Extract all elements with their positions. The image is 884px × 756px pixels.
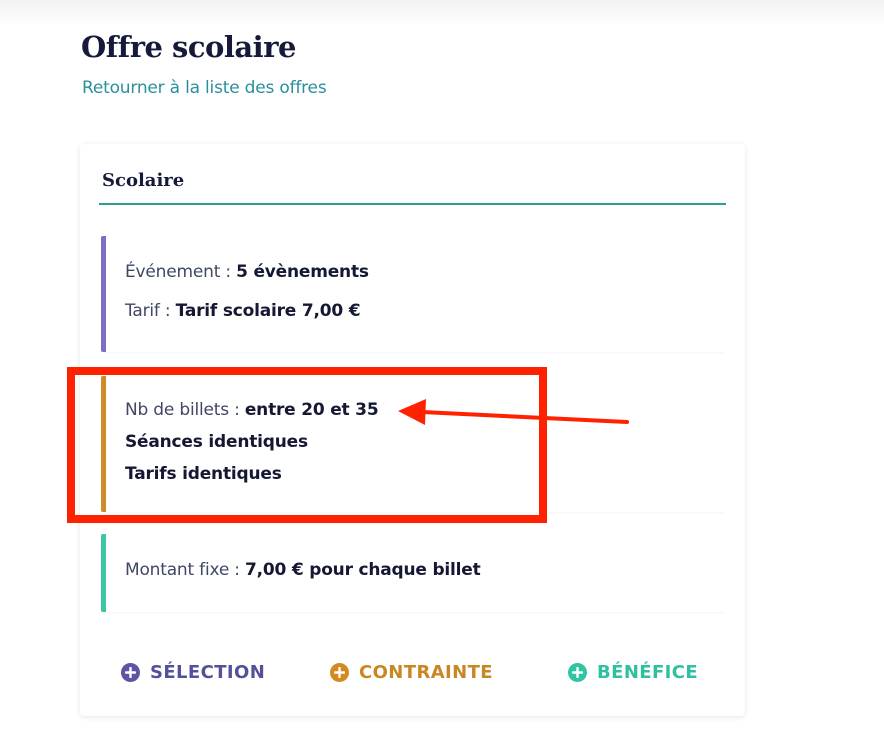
plus-circle-icon bbox=[568, 663, 587, 682]
add-benefit-button[interactable]: BÉNÉFICE bbox=[568, 662, 698, 683]
amount-label: Montant fixe : bbox=[125, 560, 246, 580]
event-value: 5 évènements bbox=[236, 262, 369, 282]
plus-circle-icon bbox=[121, 663, 140, 682]
add-benefit-label: BÉNÉFICE bbox=[597, 662, 699, 683]
add-constraint-button[interactable]: CONTRAINTE bbox=[330, 662, 493, 683]
annotation-highlight-box bbox=[67, 367, 547, 523]
benefit-block[interactable]: Montant fixe : 7,00 € pour chaque billet bbox=[101, 534, 726, 612]
tarif-label: Tarif : bbox=[125, 301, 176, 321]
back-to-offers-link[interactable]: Retourner à la liste des offres bbox=[82, 78, 327, 98]
tarif-value: Tarif scolaire 7,00 € bbox=[175, 301, 361, 321]
amount-value: 7,00 € pour chaque billet bbox=[245, 560, 481, 580]
amount-line: Montant fixe : 7,00 € pour chaque billet bbox=[125, 560, 481, 580]
add-actions: SÉLECTION CONTRAINTE BÉNÉFICE bbox=[80, 662, 745, 692]
arrow-left-icon bbox=[398, 399, 629, 425]
card-header: Scolaire bbox=[99, 170, 726, 205]
selection-block[interactable]: Événement : 5 évènements Tarif : Tarif s… bbox=[101, 236, 726, 352]
page-title: Offre scolaire bbox=[81, 30, 296, 64]
add-constraint-label: CONTRAINTE bbox=[359, 662, 493, 683]
plus-circle-icon bbox=[330, 663, 349, 682]
event-label: Événement : bbox=[125, 262, 237, 282]
tarif-line: Tarif : Tarif scolaire 7,00 € bbox=[125, 301, 361, 321]
add-selection-label: SÉLECTION bbox=[150, 662, 266, 683]
add-selection-button[interactable]: SÉLECTION bbox=[121, 662, 265, 683]
card-title: Scolaire bbox=[102, 170, 185, 191]
event-line: Événement : 5 évènements bbox=[125, 262, 369, 282]
